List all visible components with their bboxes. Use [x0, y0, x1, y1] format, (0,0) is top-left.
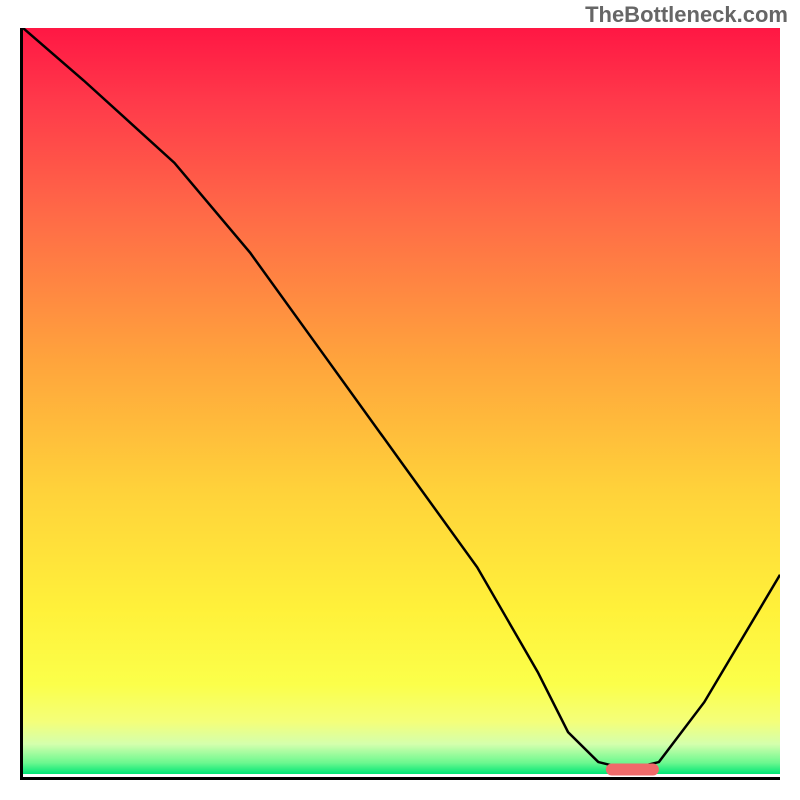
- background-rect: [23, 28, 780, 774]
- chart-svg: [23, 28, 780, 777]
- min-marker: [606, 764, 659, 776]
- plot-area: [20, 28, 780, 780]
- watermark-text: TheBottleneck.com: [585, 2, 788, 28]
